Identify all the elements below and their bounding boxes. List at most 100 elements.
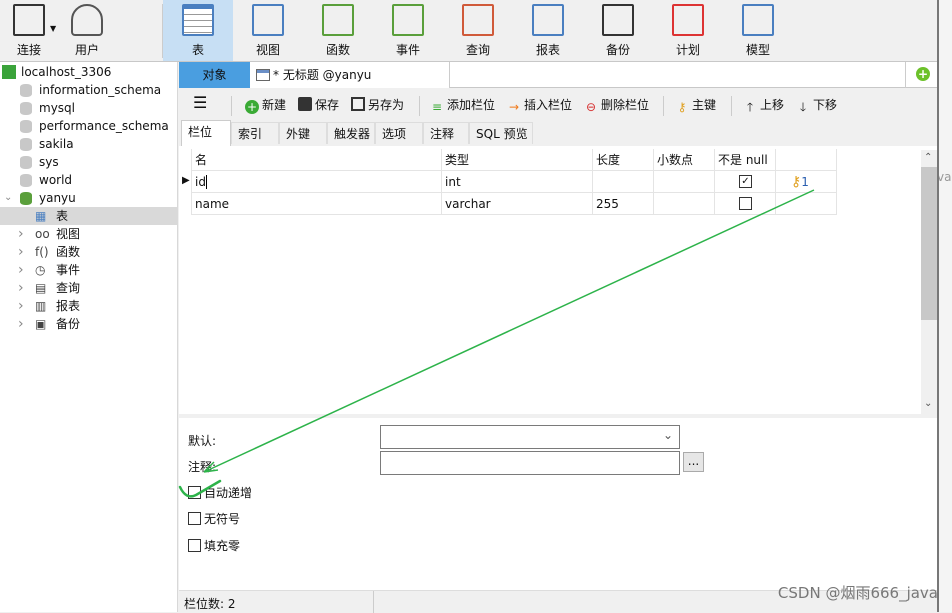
comment-input[interactable] xyxy=(380,451,680,475)
move-up-button[interactable]: 🡑 上移 xyxy=(743,96,784,114)
label: 下移 xyxy=(813,98,838,112)
subtab-3[interactable]: 触发器 xyxy=(327,122,375,144)
primary-key-button[interactable]: ⚷ 主键 xyxy=(675,96,716,114)
column-header[interactable]: 长度 xyxy=(593,149,654,171)
table-icon xyxy=(182,4,214,36)
tree-item-query[interactable]: › ▤ 查询 xyxy=(0,279,178,297)
header-label: 名 xyxy=(195,153,208,167)
subtab-4[interactable]: 选项 xyxy=(375,122,423,144)
scroll-up-icon[interactable]: ⌃ xyxy=(924,152,932,163)
default-select[interactable]: ⌄ xyxy=(380,425,680,449)
tree-item-backup-tape[interactable]: › ▣ 备份 xyxy=(0,315,178,333)
column-header[interactable]: 类型 xyxy=(442,149,593,171)
subtab-5[interactable]: 注释 xyxy=(423,122,469,144)
cell-length[interactable] xyxy=(593,171,654,193)
column-header[interactable]: 小数点 xyxy=(654,149,715,171)
cell-decimals[interactable] xyxy=(654,171,715,193)
chevron-down-icon[interactable]: ⌄ xyxy=(4,189,12,207)
table-row[interactable]: name varchar 255 xyxy=(179,193,839,215)
tree-database-sakila[interactable]: sakila xyxy=(0,135,178,153)
toolbar-view-glasses-button[interactable]: 视图 xyxy=(233,0,303,61)
chevron-right-icon[interactable]: › xyxy=(18,315,24,333)
save-as-button[interactable]: 另存为 xyxy=(351,96,404,114)
toolbar-label: 备份 xyxy=(605,43,630,57)
auto-increment-checkbox[interactable]: 自动递增 xyxy=(188,484,252,501)
key-icon: ⚷ xyxy=(677,100,687,114)
chevron-right-icon[interactable]: › xyxy=(18,297,24,315)
subtab-6[interactable]: SQL 预览 xyxy=(469,122,533,144)
toolbar-schedule-calendar-button[interactable]: 计划 xyxy=(653,0,723,61)
subtab-1[interactable]: 索引 xyxy=(231,122,279,144)
default-label: 默认: xyxy=(188,434,217,448)
toolbar-event-clock-button[interactable]: 事件 xyxy=(373,0,443,61)
column-header[interactable]: 名 xyxy=(191,149,442,171)
chevron-right-icon[interactable]: › xyxy=(18,261,24,279)
tree-database-yanyu[interactable]: ⌄ yanyu xyxy=(0,189,178,207)
move-down-button[interactable]: 🡓 下移 xyxy=(796,96,837,114)
zerofill-checkbox[interactable]: 填充零 xyxy=(188,537,240,554)
insert-field-button[interactable]: → 插入栏位 xyxy=(507,96,572,114)
scroll-down-icon[interactable]: ⌄ xyxy=(924,398,932,409)
delete-field-button[interactable]: ⊖ 删除栏位 xyxy=(584,96,649,114)
comment-label: 注释: xyxy=(188,460,217,474)
not-null-checkbox[interactable]: ✓ xyxy=(739,175,752,188)
database-icon xyxy=(20,192,32,205)
user-icon xyxy=(71,4,103,36)
comment-edit-button[interactable]: ... xyxy=(683,452,704,472)
cell-type[interactable]: int xyxy=(442,171,593,193)
subtab-2[interactable]: 外键 xyxy=(279,122,327,144)
tree-item-function[interactable]: › f() 函数 xyxy=(0,243,178,261)
table-row[interactable]: ▶ id int ✓ ⚷1 xyxy=(179,171,839,193)
tab-untitled-table[interactable]: * 无标题 @yanyu (localhost_... xyxy=(250,62,450,108)
chevron-right-icon[interactable]: › xyxy=(18,243,24,261)
cell-length[interactable]: 255 xyxy=(593,193,654,215)
header-label: 不是 null xyxy=(718,153,768,167)
toolbar-model-button[interactable]: 模型 xyxy=(723,0,793,61)
column-header[interactable] xyxy=(776,149,837,171)
column-header[interactable]: 不是 null xyxy=(715,149,776,171)
arrow-up-icon: 🡑 xyxy=(746,100,754,114)
not-null-checkbox[interactable] xyxy=(739,197,752,210)
database-icon xyxy=(20,120,32,133)
tab-objects[interactable]: 对象 xyxy=(179,62,250,88)
chevron-right-icon[interactable]: › xyxy=(18,279,24,297)
save-button[interactable]: 保存 xyxy=(298,96,339,114)
toolbar-backup-tape-button[interactable]: 备份 xyxy=(583,0,653,61)
toolbar-function-button[interactable]: 函数 xyxy=(303,0,373,61)
cell-name[interactable]: id xyxy=(191,171,442,193)
tree-database-information_schema[interactable]: information_schema xyxy=(0,81,178,99)
tree-database-performance_schema[interactable]: performance_schema xyxy=(0,117,178,135)
unsigned-checkbox[interactable]: 无符号 xyxy=(188,510,240,527)
tree-database-mysql[interactable]: mysql xyxy=(0,99,178,117)
tree-database-sys[interactable]: sys xyxy=(0,153,178,171)
cell-name[interactable]: name xyxy=(191,193,442,215)
tree-item-event-clock[interactable]: › ◷ 事件 xyxy=(0,261,178,279)
new-tab-button[interactable]: + xyxy=(905,62,937,88)
scroll-thumb[interactable] xyxy=(921,167,937,320)
header-label: 类型 xyxy=(445,153,470,167)
add-field-button[interactable]: ≡ 添加栏位 xyxy=(430,96,495,114)
connect-dropdown-icon[interactable]: ▼ xyxy=(50,24,56,33)
toolbar-query-button[interactable]: 查询 xyxy=(443,0,513,61)
toolbar-table-button[interactable]: 表 xyxy=(163,0,233,61)
tree-connection[interactable]: localhost_3306 xyxy=(0,63,178,81)
cell-decimals[interactable] xyxy=(654,193,715,215)
subtab-0[interactable]: 栏位 xyxy=(181,120,231,146)
tree-item-table[interactable]: ▦ 表 xyxy=(0,207,178,225)
tree-item-report[interactable]: › ▥ 报表 xyxy=(0,297,178,315)
cell-not_null[interactable] xyxy=(715,193,776,215)
tree-database-world[interactable]: world xyxy=(0,171,178,189)
cell-key[interactable]: ⚷1 xyxy=(776,171,837,193)
new-button[interactable]: + 新建 xyxy=(245,96,286,114)
menu-button[interactable]: ☰ xyxy=(193,94,207,112)
toolbar-user-button[interactable]: 用户 xyxy=(58,0,116,61)
new-icon: + xyxy=(245,100,259,114)
cell-key[interactable] xyxy=(776,193,837,215)
toolbar-report-button[interactable]: 报表 xyxy=(513,0,583,61)
tree-item-view-glasses[interactable]: › ᴏᴏ 视图 xyxy=(0,225,178,243)
grid-scrollbar[interactable]: ⌃ ⌄ xyxy=(921,150,937,414)
cell-type[interactable]: varchar xyxy=(442,193,593,215)
chevron-right-icon[interactable]: › xyxy=(18,225,24,243)
tree-label: localhost_3306 xyxy=(21,65,112,79)
cell-not_null[interactable]: ✓ xyxy=(715,171,776,193)
